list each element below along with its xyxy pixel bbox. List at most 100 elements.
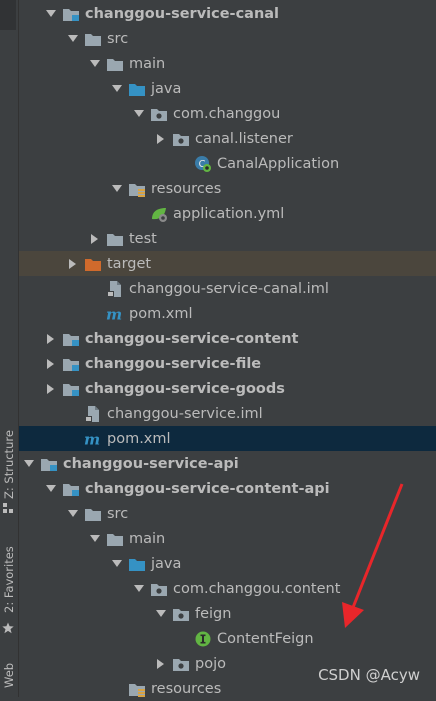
svg-text:m: m (84, 431, 100, 447)
chevron-right-icon[interactable] (66, 251, 80, 276)
tree-row[interactable]: C CanalApplication (18, 151, 436, 176)
chevron-down-icon[interactable] (44, 1, 58, 26)
tree-item-label: CanalApplication (217, 155, 340, 172)
arrow-spacer (88, 301, 102, 326)
tree-row[interactable]: changgou-service.iml (18, 401, 436, 426)
tree-row[interactable]: resources (18, 176, 436, 201)
tree-row[interactable]: m pom.xml (18, 301, 436, 326)
project-tree: changgou-service-canal src main java com.… (18, 0, 436, 697)
chevron-down-icon[interactable] (110, 76, 124, 101)
tree-row[interactable]: m pom.xml (18, 426, 436, 451)
spring-yml-icon (150, 205, 168, 223)
maven-icon: m (106, 305, 124, 323)
module-folder-icon (40, 455, 58, 473)
tree-item-label: main (129, 55, 166, 72)
tree-row[interactable]: application.yml (18, 201, 436, 226)
maven-icon: m (84, 430, 102, 448)
tree-item-label: pom.xml (129, 305, 193, 322)
arrow-spacer (66, 426, 80, 451)
arrow-spacer (110, 676, 124, 701)
tree-item-label: feign (195, 605, 232, 622)
module-folder-icon (62, 5, 80, 23)
tree-row[interactable]: changgou-service-canal.iml (18, 276, 436, 301)
tree-row[interactable]: changgou-service-canal (18, 1, 436, 26)
web-tool-tab[interactable]: Web (0, 655, 18, 695)
chevron-down-icon[interactable] (88, 51, 102, 76)
chevron-right-icon[interactable] (44, 351, 58, 376)
spring-class-icon: C (194, 155, 212, 173)
interface-icon (194, 630, 212, 648)
tree-row[interactable]: ContentFeign (18, 626, 436, 651)
tree-row[interactable]: test (18, 226, 436, 251)
tree-row[interactable]: main (18, 51, 436, 76)
chevron-right-icon[interactable] (44, 376, 58, 401)
module-folder-icon (62, 355, 80, 373)
tree-item-label: changgou-service-canal.iml (129, 280, 329, 297)
tree-row[interactable]: changgou-service-api (18, 451, 436, 476)
package-icon (172, 655, 190, 673)
tree-item-label: src (107, 30, 129, 47)
chevron-down-icon[interactable] (132, 576, 146, 601)
tree-item-label: changgou-service.iml (107, 405, 263, 422)
package-icon (172, 605, 190, 623)
tree-row[interactable]: changgou-service-goods (18, 376, 436, 401)
tree-item-label: resources (151, 680, 222, 697)
tree-item-label: changgou-service-file (85, 355, 262, 372)
tree-row[interactable]: changgou-service-content (18, 326, 436, 351)
structure-icon (3, 503, 13, 513)
folder-icon (106, 55, 124, 73)
tree-row[interactable]: src (18, 501, 436, 526)
side-tool-strip: Z: Structure 2: Favorites Web (0, 0, 19, 697)
tree-row[interactable]: java (18, 551, 436, 576)
chevron-down-icon[interactable] (22, 451, 36, 476)
structure-tool-label: Z: Structure (2, 430, 16, 500)
tree-item-label: resources (151, 180, 222, 197)
source-folder-icon (128, 80, 146, 98)
tree-item-label: com.changgou.content (173, 580, 341, 597)
svg-text:m: m (106, 306, 122, 322)
resources-folder-icon (128, 180, 146, 198)
folder-icon (84, 30, 102, 48)
chevron-down-icon[interactable] (66, 26, 80, 51)
folder-icon (106, 230, 124, 248)
chevron-down-icon[interactable] (66, 501, 80, 526)
tree-row[interactable]: com.changgou.content (18, 576, 436, 601)
strip-top-block (0, 0, 16, 30)
tree-row[interactable]: changgou-service-content-api (18, 476, 436, 501)
tree-row[interactable]: canal.listener (18, 126, 436, 151)
tree-item-label: changgou-service-canal (85, 5, 280, 22)
tree-row[interactable]: main (18, 526, 436, 551)
tree-item-label: ContentFeign (217, 630, 314, 647)
iml-file-icon (84, 405, 102, 423)
tree-item-label: java (151, 80, 182, 97)
chevron-right-icon[interactable] (154, 651, 168, 676)
chevron-right-icon[interactable] (154, 126, 168, 151)
chevron-down-icon[interactable] (154, 601, 168, 626)
package-icon (150, 105, 168, 123)
tree-item-label: java (151, 555, 182, 572)
tree-item-label: main (129, 530, 166, 547)
chevron-right-icon[interactable] (44, 326, 58, 351)
chevron-down-icon[interactable] (132, 101, 146, 126)
chevron-right-icon[interactable] (88, 226, 102, 251)
tree-row[interactable]: src (18, 26, 436, 51)
star-icon (2, 622, 14, 634)
folder-icon (106, 530, 124, 548)
chevron-down-icon[interactable] (110, 551, 124, 576)
iml-file-icon (106, 280, 124, 298)
source-folder-icon (128, 555, 146, 573)
tree-row[interactable]: target (18, 251, 436, 276)
tree-row[interactable]: feign (18, 601, 436, 626)
arrow-spacer (132, 201, 146, 226)
tree-row[interactable]: com.changgou (18, 101, 436, 126)
tree-item-label: pom.xml (107, 430, 171, 447)
chevron-down-icon[interactable] (88, 526, 102, 551)
arrow-spacer (88, 276, 102, 301)
tree-row[interactable]: java (18, 76, 436, 101)
tree-row[interactable]: changgou-service-file (18, 351, 436, 376)
tree-item-label: src (107, 505, 129, 522)
structure-tool-tab[interactable]: Z: Structure (0, 420, 18, 510)
chevron-down-icon[interactable] (110, 176, 124, 201)
chevron-down-icon[interactable] (44, 476, 58, 501)
favorites-tool-tab[interactable]: 2: Favorites (0, 540, 18, 620)
